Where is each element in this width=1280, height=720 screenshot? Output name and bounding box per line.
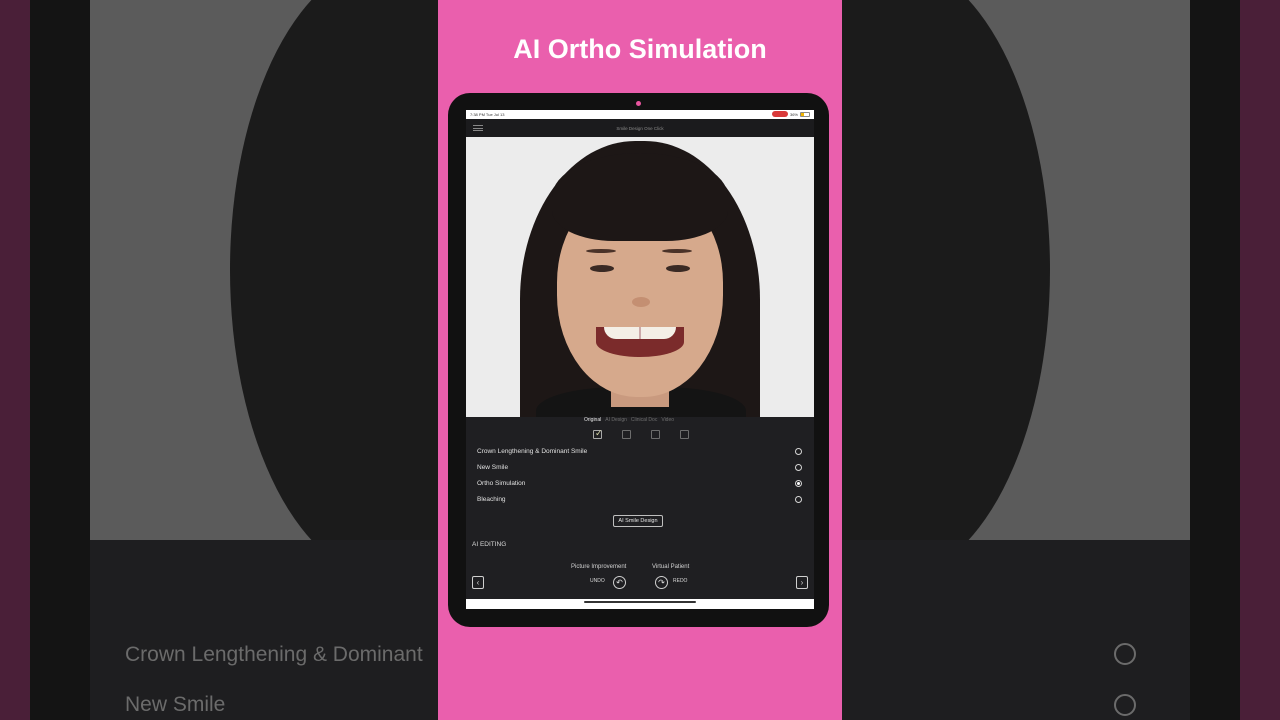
option-ortho-simulation[interactable]: Ortho Simulation [477, 478, 802, 492]
photo-right-brow [662, 249, 692, 253]
view-tabs: Original AI Design Clinical Doc Video [584, 417, 704, 427]
home-indicator-area [466, 599, 814, 609]
photo-nose [632, 297, 650, 307]
virtual-patient-label[interactable]: Virtual Patient [652, 564, 689, 570]
photo-left-eye [590, 265, 614, 272]
recording-icon [771, 111, 788, 117]
option-label: New Smile [477, 464, 509, 471]
home-indicator[interactable] [584, 601, 696, 603]
background-edge-right [1240, 0, 1280, 720]
battery-icon [800, 111, 810, 117]
photo-teeth [604, 327, 676, 339]
checkbox-clinical-doc[interactable] [651, 430, 660, 439]
chevron-right-icon[interactable]: › [796, 576, 808, 589]
option-label: Ortho Simulation [477, 480, 526, 487]
redo-icon[interactable]: ↷ [655, 576, 668, 589]
tab-ai-design[interactable]: AI Design [605, 417, 627, 427]
checkbox-video[interactable] [680, 430, 689, 439]
tab-original[interactable]: Original [584, 417, 601, 427]
radio-ortho-simulation[interactable] [795, 480, 802, 487]
background-radio-1 [1114, 643, 1136, 665]
promo-title: AI Ortho Simulation [513, 34, 767, 64]
radio-new-smile[interactable] [795, 464, 802, 471]
option-label: Bleaching [477, 496, 506, 503]
app-screen: 7:38 PM Tue Jul 13 36% Smile Design One … [466, 110, 814, 609]
undo-icon[interactable]: ↶ [613, 576, 626, 589]
background-radio-2 [1114, 694, 1136, 716]
status-bar: 7:38 PM Tue Jul 13 36% [466, 110, 814, 119]
radio-crown-lengthening[interactable] [795, 448, 802, 455]
battery-percent: 36% [789, 111, 798, 117]
video-frame: Crown Lengthening & Dominant New Smile A… [0, 0, 1280, 720]
photo-bangs [552, 153, 728, 241]
photo-left-brow [586, 249, 616, 253]
app-header: Smile Design One Click [466, 119, 814, 137]
option-crown-lengthening[interactable]: Crown Lengthening & Dominant Smile [477, 446, 802, 460]
option-bleaching[interactable]: Bleaching [477, 494, 802, 508]
tab-video[interactable]: Video [661, 417, 674, 427]
status-time: 7:38 PM Tue Jul 13 [470, 112, 505, 117]
photo-right-eye [666, 265, 690, 272]
undo-label: UNDO [590, 578, 605, 584]
chevron-left-icon[interactable]: ‹ [472, 576, 484, 589]
ai-editing-title: AI EDITING [472, 541, 507, 548]
picture-improvement-label[interactable]: Picture Improvement [571, 564, 626, 570]
ai-smile-design-button[interactable]: AI Smile Design [613, 515, 663, 527]
patient-photo [466, 137, 814, 417]
checkbox-ai-design[interactable] [622, 430, 631, 439]
camera-dot [636, 101, 641, 106]
redo-label: REDO [673, 578, 688, 584]
radio-bleaching[interactable] [795, 496, 802, 503]
option-label: Crown Lengthening & Dominant Smile [477, 448, 588, 455]
status-indicators: 36% [771, 111, 810, 117]
background-option-crown: Crown Lengthening & Dominant [125, 643, 423, 666]
tab-clinical-doc[interactable]: Clinical Doc [631, 417, 657, 427]
background-edge-left [0, 0, 30, 720]
checkbox-original[interactable] [593, 428, 603, 439]
app-title: Smile Design One Click [616, 126, 664, 131]
option-new-smile[interactable]: New Smile [477, 462, 802, 476]
photo-smile [596, 327, 684, 357]
tablet-device: 7:38 PM Tue Jul 13 36% Smile Design One … [448, 93, 829, 627]
background-option-new-smile: New Smile [125, 693, 226, 716]
